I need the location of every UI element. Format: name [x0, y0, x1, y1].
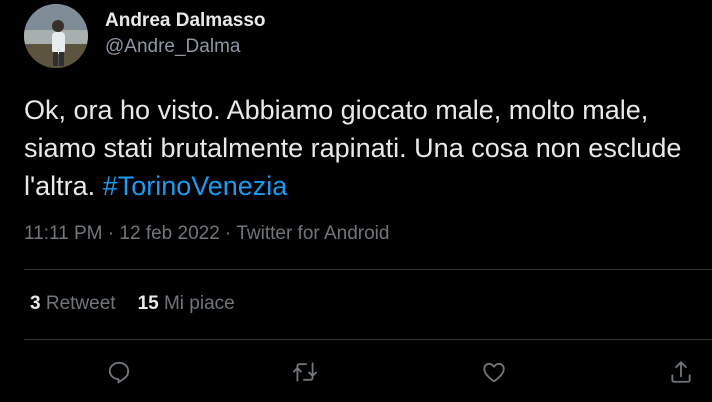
tweet-time[interactable]: 11:11 PM	[24, 223, 103, 244]
hashtag-link[interactable]: #TorinoVenezia	[103, 171, 288, 201]
meta-separator: ·	[219, 223, 237, 244]
tweet-stats: 3 Retweet 15 Mi piace	[30, 293, 257, 315]
retweets-label: Retweet	[45, 293, 116, 314]
tweet-date[interactable]: 12 feb 2022	[119, 223, 219, 244]
retweets-stat[interactable]: 3 Retweet	[30, 293, 116, 314]
tweet-detail: Andrea Dalmasso @Andre_Dalma Ok, ora ho …	[0, 0, 712, 402]
tweet-text-line: Ok, ora ho visto. Abbiamo giocato male, …	[24, 95, 649, 125]
likes-stat[interactable]: 15 Mi piace	[138, 293, 235, 314]
likes-count: 15	[137, 293, 159, 314]
retweet-button[interactable]	[287, 354, 323, 390]
tweet-text-fragment: l'altra.	[24, 171, 103, 201]
author-handle[interactable]: @Andre_Dalma	[105, 36, 240, 58]
tweet-source[interactable]: Twitter for Android	[236, 223, 389, 244]
tweet-meta: 11:11 PM · 12 feb 2022 · Twitter for And…	[24, 223, 389, 245]
tweet-text-line: siamo stati brutalmente rapinati. Una co…	[24, 133, 682, 163]
avatar-photo	[24, 4, 88, 68]
share-button[interactable]	[663, 354, 699, 390]
divider	[24, 269, 712, 270]
likes-label: Mi piace	[163, 293, 235, 314]
share-icon	[671, 361, 691, 383]
retweet-icon	[293, 362, 317, 382]
divider	[24, 339, 712, 340]
reply-button[interactable]	[101, 354, 137, 390]
tweet-text-line: l'altra. #TorinoVenezia	[24, 167, 712, 205]
reply-icon	[108, 361, 130, 384]
avatar[interactable]	[24, 4, 88, 68]
heart-icon	[483, 362, 505, 383]
author-name[interactable]: Andrea Dalmasso	[105, 10, 266, 32]
meta-separator: ·	[102, 223, 120, 244]
like-button[interactable]	[476, 354, 512, 390]
tweet-text: Ok, ora ho visto. Abbiamo giocato male, …	[24, 91, 712, 205]
action-bar	[0, 354, 712, 390]
retweets-count: 3	[30, 293, 41, 314]
